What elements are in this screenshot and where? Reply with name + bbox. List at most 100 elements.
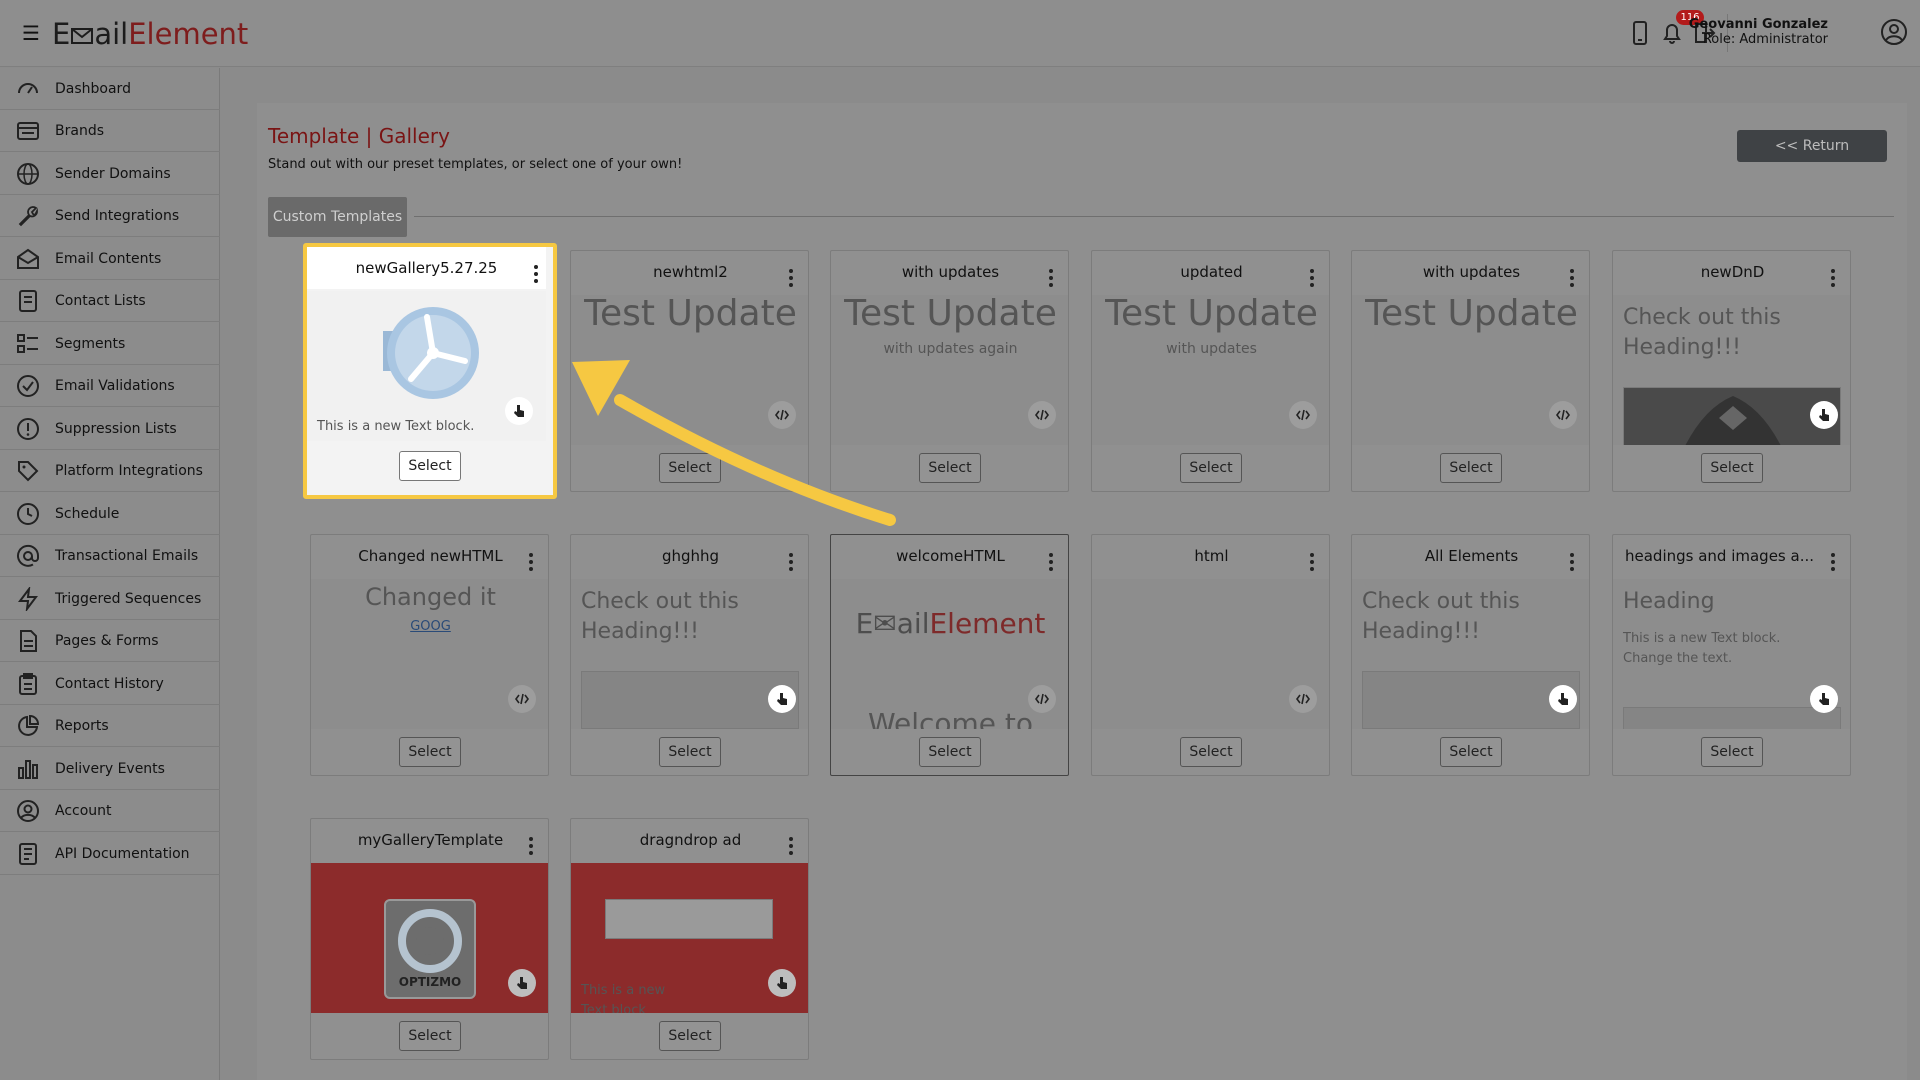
code-view-icon[interactable] [1549, 401, 1577, 429]
select-button[interactable]: Select [1701, 737, 1763, 767]
page-title: Template | Gallery [268, 124, 450, 148]
kebab-menu-icon[interactable] [1048, 553, 1054, 571]
hand-pointer-icon[interactable] [1549, 685, 1577, 713]
select-button[interactable]: Select [659, 1021, 721, 1051]
hand-pointer-icon[interactable] [768, 685, 796, 713]
goog-link[interactable]: GOOG [311, 619, 548, 634]
template-card-mygallerytemplate[interactable]: myGalleryTemplate OPTIZMO Select [310, 818, 549, 1060]
card-title: newhtml2 [653, 263, 728, 281]
kebab-menu-icon[interactable] [1830, 553, 1836, 571]
clock-icon [17, 502, 39, 525]
kebab-menu-icon[interactable] [788, 837, 794, 855]
tab-divider [414, 216, 1894, 217]
select-button[interactable]: Select [659, 737, 721, 767]
sidebar-item-email-validations[interactable]: Email Validations [0, 365, 220, 407]
select-button[interactable]: Select [399, 737, 461, 767]
hamburger-menu-icon[interactable]: ☰ [22, 23, 40, 43]
sidebar-item-dashboard[interactable]: Dashboard [0, 68, 220, 110]
card-preview: Test Update with updates [1092, 295, 1329, 445]
pie-chart-icon [18, 714, 40, 736]
sidebar-item-triggered-sequences[interactable]: Triggered Sequences [0, 578, 220, 620]
bar-chart-icon [18, 759, 38, 779]
code-view-icon[interactable] [1028, 401, 1056, 429]
segments-list-icon [17, 333, 38, 353]
select-button[interactable]: Select [919, 737, 981, 767]
template-card-ghghhg[interactable]: ghghhg Check out this Heading!!! Select [570, 534, 809, 776]
card-title: headings and images a... [1625, 547, 1815, 565]
sidebar-item-transactional-emails[interactable]: Transactional Emails [0, 535, 220, 577]
kebab-menu-icon[interactable] [788, 553, 794, 571]
globe-icon [17, 162, 39, 185]
hand-pointer-icon[interactable] [1810, 685, 1838, 713]
card-preview: Heading This is a new Text block. Change… [1613, 579, 1850, 729]
template-card-welcomehtml[interactable]: welcomeHTML E✉ailElement Welcome to Sele… [830, 534, 1069, 776]
kebab-menu-icon[interactable] [1048, 269, 1054, 287]
select-button[interactable]: Select [1701, 453, 1763, 483]
sidebar-item-delivery-events[interactable]: Delivery Events [0, 748, 220, 790]
select-button[interactable]: Select [399, 1021, 461, 1051]
select-button[interactable]: Select [1440, 453, 1502, 483]
app-logo[interactable]: EailElement [52, 16, 248, 52]
sidebar-item-contact-history[interactable]: Contact History [0, 663, 220, 705]
select-button[interactable]: Select [659, 453, 721, 483]
sidebar-item-suppression-lists[interactable]: Suppression Lists [0, 408, 220, 450]
tab-custom-templates[interactable]: Custom Templates [268, 197, 407, 237]
sidebar-item-reports[interactable]: Reports [0, 705, 220, 747]
code-view-icon[interactable] [1028, 685, 1056, 713]
select-button[interactable]: Select [919, 453, 981, 483]
sidebar-item-platform-integrations[interactable]: Platform Integrations [0, 450, 220, 492]
select-button[interactable]: Select [399, 451, 461, 481]
sidebar-item-segments[interactable]: Segments [0, 323, 220, 365]
template-card-with-updates[interactable]: with updates Test Update with updates ag… [830, 250, 1069, 492]
user-avatar-icon[interactable] [1880, 18, 1908, 46]
sidebar-item-sender-domains[interactable]: Sender Domains [0, 153, 220, 195]
sidebar-item-contact-lists[interactable]: Contact Lists [0, 280, 220, 322]
kebab-menu-icon[interactable] [1309, 553, 1315, 571]
select-button[interactable]: Select [1180, 737, 1242, 767]
kebab-menu-icon[interactable] [788, 269, 794, 287]
kebab-menu-icon[interactable] [1569, 269, 1575, 287]
sidebar-item-brands[interactable]: Brands [0, 110, 220, 152]
kebab-menu-icon[interactable] [528, 837, 534, 855]
template-card-newgallery[interactable]: newGallery5.27.25 This is a new Text blo… [303, 243, 557, 499]
code-view-icon[interactable] [1289, 401, 1317, 429]
template-card-dragndrop-ad[interactable]: dragndrop ad This is a new Text block Se… [570, 818, 809, 1060]
code-view-icon[interactable] [768, 401, 796, 429]
kebab-menu-icon[interactable] [528, 553, 534, 571]
code-view-icon[interactable] [508, 685, 536, 713]
hand-pointer-icon[interactable] [508, 969, 536, 997]
select-button[interactable]: Select [1180, 453, 1242, 483]
template-card-changed-newhtml[interactable]: Changed newHTML Changed it GOOG Select [310, 534, 549, 776]
sidebar-item-pages-forms[interactable]: Pages & Forms [0, 620, 220, 662]
card-preview [1092, 579, 1329, 729]
template-card-all-elements[interactable]: All Elements Check out this Heading!!! S… [1351, 534, 1590, 776]
hand-pointer-icon[interactable] [505, 397, 533, 425]
kebab-menu-icon[interactable] [533, 265, 539, 283]
sidebar-item-account[interactable]: Account [0, 790, 220, 832]
template-card-updated[interactable]: updated Test Update with updates Select [1091, 250, 1330, 492]
hand-pointer-icon[interactable] [768, 969, 796, 997]
template-card-with-updates-2[interactable]: with updates Test Update Select [1351, 250, 1590, 492]
hand-pointer-icon[interactable] [1810, 401, 1838, 429]
template-card-headings-images[interactable]: headings and images a... Heading This is… [1612, 534, 1851, 776]
kebab-menu-icon[interactable] [1569, 553, 1575, 571]
template-card-newhtml2[interactable]: newhtml2 Test Update Select [570, 250, 809, 492]
sidebar-item-email-contents[interactable]: Email Contents [0, 238, 220, 280]
sidebar-item-send-integrations[interactable]: Send Integrations [0, 195, 220, 237]
kebab-menu-icon[interactable] [1830, 269, 1836, 287]
card-title: updated [1180, 263, 1243, 281]
select-button[interactable]: Select [1440, 737, 1502, 767]
mobile-device-icon[interactable] [1628, 20, 1652, 46]
code-view-icon[interactable] [1289, 685, 1317, 713]
sidebar-item-api-documentation[interactable]: API Documentation [0, 833, 220, 875]
kebab-menu-icon[interactable] [1309, 269, 1315, 287]
sidebar-item-schedule[interactable]: Schedule [0, 493, 220, 535]
card-title: html [1194, 547, 1229, 565]
card-preview: Test Update [1352, 295, 1589, 445]
return-button[interactable]: << Return [1737, 130, 1887, 162]
template-card-newdnd[interactable]: newDnD Check out this Heading!!! Select [1612, 250, 1851, 492]
card-title: Changed newHTML [358, 547, 503, 565]
template-card-html[interactable]: html Select [1091, 534, 1330, 776]
at-sign-icon [17, 544, 40, 567]
card-preview: E✉ailElement Welcome to [831, 579, 1068, 729]
